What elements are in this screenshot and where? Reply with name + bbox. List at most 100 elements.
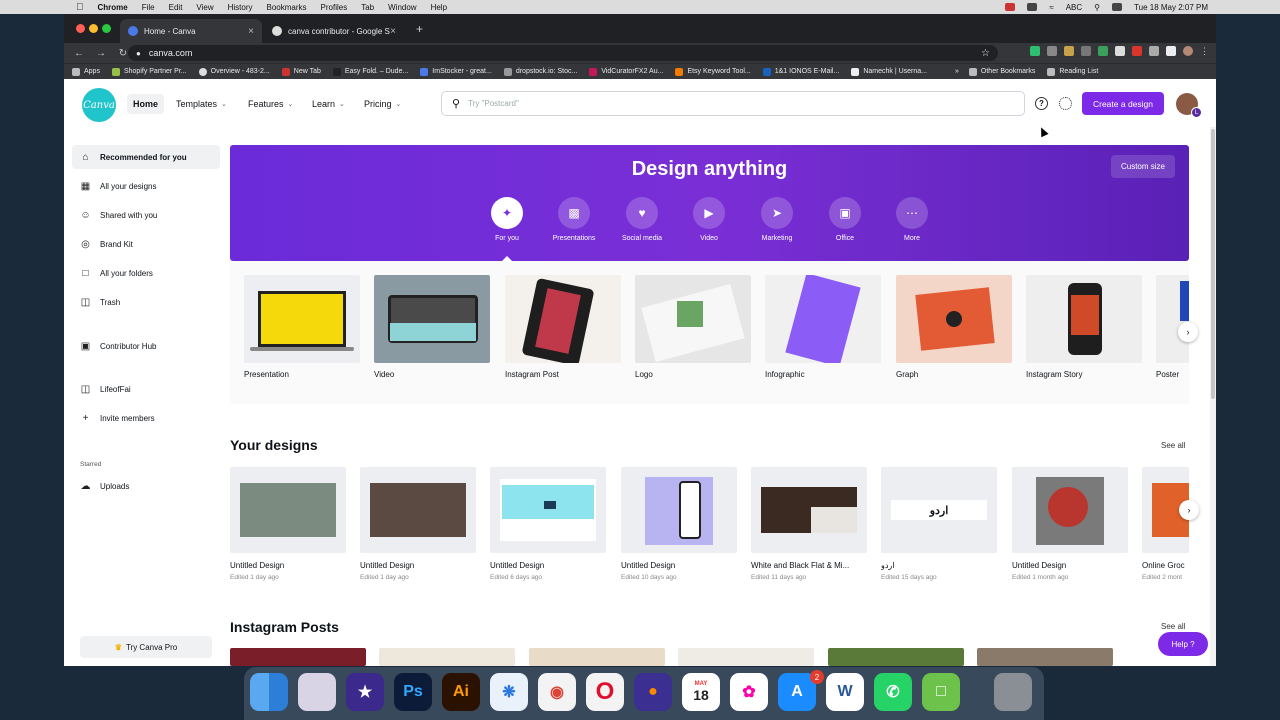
bookmark-item[interactable]: Namechk | Userna... <box>851 67 927 76</box>
sidebar-item-recommended[interactable]: ⌂ Recommended for you <box>72 145 220 169</box>
try-canva-pro-button[interactable]: ♛ Try Canva Pro <box>80 636 212 658</box>
canva-logo[interactable]: Canva <box>82 88 116 122</box>
page-scrollbar[interactable] <box>1210 127 1216 666</box>
photoshop-icon[interactable]: Ps <box>394 673 432 711</box>
spotlight-icon[interactable]: ⚲ <box>1094 3 1100 12</box>
menu-edit[interactable]: Edit <box>169 3 183 12</box>
category-marketing[interactable]: ➤ Marketing <box>747 197 807 242</box>
bookmark-item[interactable]: ImStocker - great... <box>420 67 492 76</box>
designs-next-icon[interactable]: › <box>1179 500 1199 520</box>
illustrator-icon[interactable]: Ai <box>442 673 480 711</box>
gear-icon[interactable] <box>1059 97 1072 110</box>
sidebar-item-invite[interactable]: + Invite members <box>72 406 220 430</box>
instagram-posts-see-all-link[interactable]: See all <box>1161 622 1185 631</box>
close-tab-icon[interactable]: × <box>390 26 396 37</box>
new-tab-icon[interactable]: + <box>416 22 423 36</box>
bookmark-item[interactable]: dropstock.io: Stoc... <box>503 67 577 76</box>
chrome-icon[interactable]: ◉ <box>538 673 576 711</box>
extension-icon[interactable] <box>1081 46 1091 56</box>
design-card[interactable]: Untitled Design Edited 1 day ago <box>230 467 346 581</box>
template-instagram-post[interactable]: Instagram Post <box>505 275 621 379</box>
category-video[interactable]: ▶ Video <box>679 197 739 242</box>
template-infographic[interactable]: Infographic <box>765 275 881 379</box>
carousel-next-icon[interactable]: › <box>1178 322 1198 342</box>
sidebar-item-contributor-hub[interactable]: ▣ Contributor Hub <box>72 334 220 358</box>
design-card[interactable]: Untitled Design Edited 10 days ago <box>621 467 737 581</box>
menu-file[interactable]: File <box>142 3 155 12</box>
bookmark-item[interactable]: 1&1 IONOS E-Mail... <box>762 67 839 76</box>
sidebar-item-brand-kit[interactable]: ◎ Brand Kit <box>72 232 220 256</box>
finder-icon[interactable] <box>250 673 288 711</box>
your-designs-see-all-link[interactable]: See all <box>1161 441 1185 450</box>
bookmark-item[interactable]: New Tab <box>281 67 321 76</box>
template-graph[interactable]: Graph <box>896 275 1012 379</box>
menu-app-name[interactable]: Chrome <box>98 3 128 12</box>
back-icon[interactable]: ← <box>72 48 86 59</box>
sidebar-item-uploads[interactable]: ☁ Uploads <box>72 474 220 498</box>
nav-learn[interactable]: Learn ⌄ <box>306 94 351 114</box>
nav-home[interactable]: Home <box>127 94 165 114</box>
instagram-template-card[interactable] <box>678 648 814 666</box>
menu-history[interactable]: History <box>228 3 253 12</box>
bookmark-star-icon[interactable]: ☆ <box>981 48 990 59</box>
help-circle-icon[interactable]: ? <box>1035 97 1048 110</box>
url-field[interactable]: ● canva.com ☆ <box>128 45 998 61</box>
nav-pricing[interactable]: Pricing ⌄ <box>358 94 407 114</box>
instagram-template-card[interactable] <box>977 648 1113 666</box>
sidebar-item-folders[interactable]: □ All your folders <box>72 261 220 285</box>
trash-bin-icon[interactable] <box>994 673 1032 711</box>
template-logo[interactable]: Logo <box>635 275 751 379</box>
whatsapp-icon[interactable]: ✆ <box>874 673 912 711</box>
extension-icon[interactable] <box>1030 46 1040 56</box>
menu-tab[interactable]: Tab <box>361 3 374 12</box>
kebab-menu-icon[interactable]: ⋮ <box>1200 46 1210 56</box>
menu-clock[interactable]: Tue 18 May 2:07 PM <box>1134 3 1208 12</box>
wifi-icon[interactable]: ≈ <box>1049 3 1053 12</box>
sidebar-item-all-designs[interactable]: ▦ All your designs <box>72 174 220 198</box>
custom-size-button[interactable]: Custom size <box>1111 155 1175 178</box>
apple-icon[interactable]:  <box>76 2 84 13</box>
extension-icon[interactable] <box>1064 46 1074 56</box>
sidebar-item-shared[interactable]: ☺ Shared with you <box>72 203 220 227</box>
firefox-icon[interactable]: ● <box>634 673 672 711</box>
tab-google-search[interactable]: canva contributor - Google Se × <box>264 19 404 43</box>
bookmark-item[interactable]: Etsy Keyword Tool... <box>675 67 751 76</box>
record-icon[interactable] <box>1005 3 1016 11</box>
template-presentation[interactable]: Presentation <box>244 275 360 379</box>
search-input[interactable] <box>468 99 969 108</box>
template-video[interactable]: Video <box>374 275 490 379</box>
create-design-button[interactable]: Create a design <box>1082 92 1164 115</box>
bookmark-item[interactable]: Overview - 483-2... <box>198 67 270 76</box>
control-center-icon[interactable] <box>1112 3 1123 11</box>
category-social-media[interactable]: ♥ Social media <box>612 197 672 242</box>
calendar-icon[interactable]: MAY 18 <box>682 673 720 711</box>
help-button[interactable]: Help ? <box>1158 632 1208 656</box>
nav-templates[interactable]: Templates ⌄ <box>170 94 233 114</box>
extension-icon[interactable] <box>1047 46 1057 56</box>
sidebar-item-trash[interactable]: ◫ Trash <box>72 290 220 314</box>
design-card[interactable]: Untitled Design Edited 1 month ago <box>1012 467 1128 581</box>
menu-window[interactable]: Window <box>388 3 416 12</box>
bookmark-item[interactable]: Shopify Partner Pr... <box>111 67 187 76</box>
bookmark-item[interactable]: Easy Fold. – Dude... <box>332 67 408 76</box>
minimize-window-button[interactable] <box>89 24 98 33</box>
category-for-you[interactable]: ✦ For you <box>477 197 537 242</box>
avatar[interactable]: L <box>1176 93 1202 118</box>
opera-icon[interactable]: O <box>586 673 624 711</box>
instagram-template-card[interactable] <box>828 648 964 666</box>
design-card[interactable]: Untitled Design Edited 6 days ago <box>490 467 606 581</box>
template-instagram-story[interactable]: Instagram Story <box>1026 275 1142 379</box>
category-office[interactable]: ▣ Office <box>815 197 875 242</box>
other-bookmarks-folder[interactable]: Other Bookmarks <box>968 67 1035 76</box>
close-window-button[interactable] <box>76 24 85 33</box>
extension-icon[interactable] <box>1132 46 1142 56</box>
profile-icon[interactable] <box>1183 46 1193 56</box>
close-tab-icon[interactable]: × <box>248 26 254 37</box>
imovie-icon[interactable]: ★ <box>346 673 384 711</box>
word-icon[interactable]: W <box>826 673 864 711</box>
zoom-window-button[interactable] <box>102 24 111 33</box>
design-card[interactable]: اردو اردو Edited 15 days ago <box>881 467 997 581</box>
tab-home-canva[interactable]: Home - Canva × <box>120 19 262 43</box>
sidebar-item-team[interactable]: ◫ LifeofFai <box>72 377 220 401</box>
more-bookmarks-icon[interactable]: » <box>955 68 959 75</box>
